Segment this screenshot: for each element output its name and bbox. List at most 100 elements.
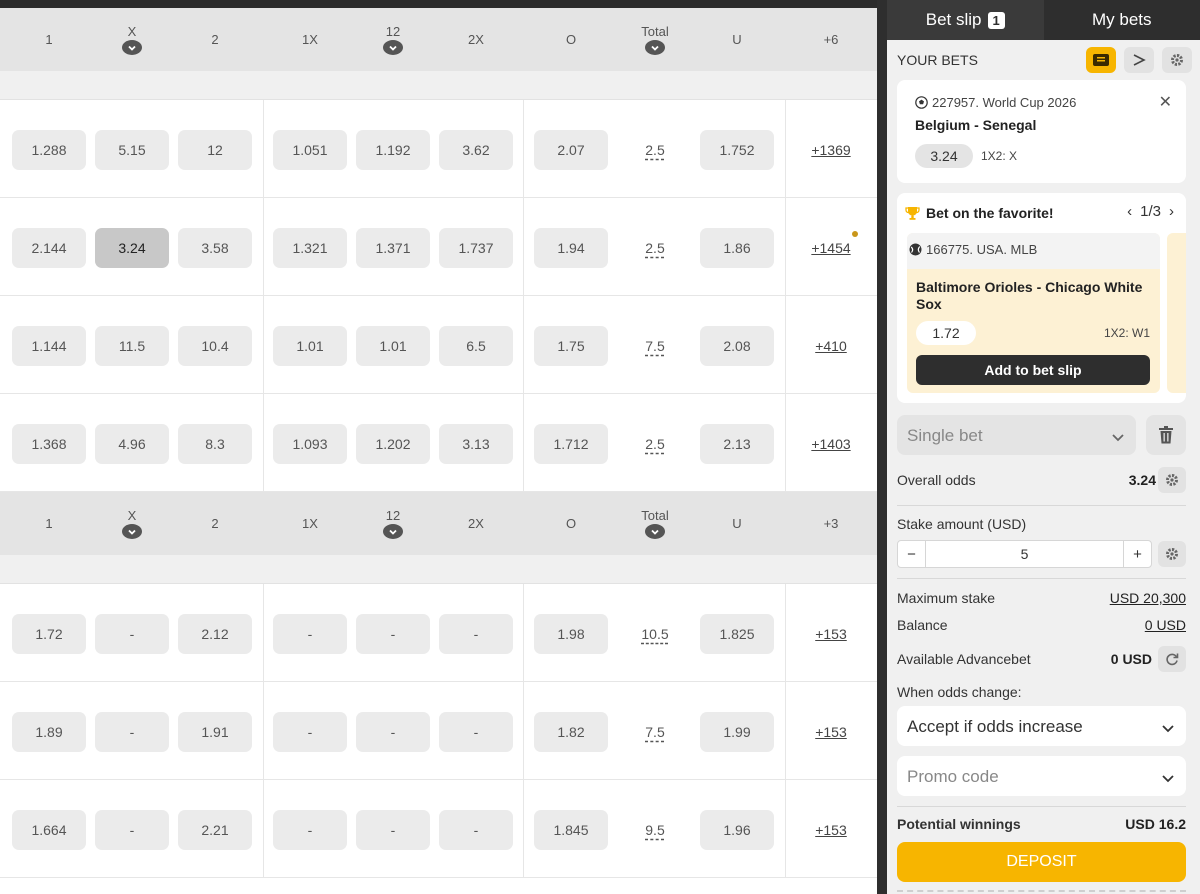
share-icon[interactable] (1124, 47, 1154, 73)
odd-2[interactable]: 3.58 (178, 228, 252, 268)
more-markets-link[interactable]: +153 (791, 810, 871, 850)
odd-1x[interactable]: 1.093 (273, 424, 347, 464)
chevron-down-icon[interactable] (645, 524, 665, 539)
odd-2[interactable]: 2.12 (178, 614, 252, 654)
odd-x[interactable]: 11.5 (95, 326, 169, 366)
more-markets-link[interactable]: +153 (791, 712, 871, 752)
column-header[interactable]: Total (625, 8, 685, 71)
column-header: O (541, 8, 601, 71)
odd-1[interactable]: 1.72 (12, 614, 86, 654)
total-line: 10.5 (641, 626, 669, 642)
odd-1[interactable]: 1.144 (12, 326, 86, 366)
bet-type-select[interactable]: Single bet (897, 415, 1136, 455)
odd-1[interactable]: 1.664 (12, 810, 86, 850)
odd-x[interactable]: 3.24 (95, 228, 169, 268)
odd-1x[interactable]: 1.321 (273, 228, 347, 268)
total-line: 2.5 (645, 436, 665, 452)
more-markets-link[interactable]: +410 (791, 326, 871, 366)
tab-my-bets[interactable]: My bets (1044, 0, 1200, 40)
more-markets-link[interactable]: +1403 (791, 424, 871, 464)
favorite-odd[interactable]: 1.72 (916, 321, 976, 345)
max-stake-value[interactable]: USD 20,300 (1110, 590, 1186, 606)
odds-change-label: When odds change: (897, 684, 1022, 700)
odd-1[interactable]: 1.89 (12, 712, 86, 752)
odd-2[interactable]: 2.21 (178, 810, 252, 850)
odd-x[interactable]: 4.96 (95, 424, 169, 464)
favorite-league-label: 166775. USA. MLB (926, 242, 1038, 257)
more-markets-link[interactable]: +1369 (791, 130, 871, 170)
odd-over[interactable]: 1.94 (534, 228, 608, 268)
overall-odds-label: Overall odds (897, 472, 976, 488)
more-markets-link[interactable]: +153 (791, 614, 871, 654)
promo-code-select[interactable]: Promo code (897, 756, 1186, 796)
odd-under[interactable]: 2.13 (700, 424, 774, 464)
column-divider (263, 682, 264, 780)
stake-input[interactable]: 5 (926, 541, 1123, 567)
chevron-right-icon[interactable]: › (1169, 203, 1174, 220)
bet-league: 227957. World Cup 2026 (915, 95, 1076, 110)
odd-2x[interactable]: 3.13 (439, 424, 513, 464)
more-markets-link[interactable]: +1454 (791, 228, 871, 268)
odd-over[interactable]: 1.712 (534, 424, 608, 464)
column-header[interactable]: X (102, 492, 162, 555)
odd-under[interactable]: 2.08 (700, 326, 774, 366)
balance-value[interactable]: 0 USD (1145, 617, 1186, 633)
odd-2x: - (439, 712, 513, 752)
column-header[interactable]: X (102, 8, 162, 71)
table-row: 1.144 11.5 10.4 1.01 1.01 6.5 1.75 7.5 2.08 +410 (0, 296, 877, 394)
odd-over[interactable]: 2.07 (534, 130, 608, 170)
odd-12[interactable]: 1.202 (356, 424, 430, 464)
odd-2x[interactable]: 1.737 (439, 228, 513, 268)
odd-12[interactable]: 1.371 (356, 228, 430, 268)
odd-2x[interactable]: 3.62 (439, 130, 513, 170)
settings-gear-icon[interactable] (1162, 47, 1192, 73)
column-header-label: 1X (302, 516, 318, 531)
odd-1[interactable]: 2.144 (12, 228, 86, 268)
stake-minus-button[interactable]: − (898, 541, 926, 567)
odd-2[interactable]: 1.91 (178, 712, 252, 752)
odd-over[interactable]: 1.82 (534, 712, 608, 752)
chevron-down-icon[interactable] (383, 40, 403, 55)
chevron-down-icon[interactable] (122, 524, 142, 539)
odd-12[interactable]: 1.192 (356, 130, 430, 170)
chevron-down-icon[interactable] (645, 40, 665, 55)
odd-over[interactable]: 1.75 (534, 326, 608, 366)
odd-1[interactable]: 1.288 (12, 130, 86, 170)
tab-bet-slip[interactable]: Bet slip 1 (887, 0, 1044, 40)
odd-over[interactable]: 1.845 (534, 810, 608, 850)
odd-12[interactable]: 1.01 (356, 326, 430, 366)
odd-1x[interactable]: 1.01 (273, 326, 347, 366)
refresh-icon[interactable] (1158, 646, 1186, 672)
trash-icon[interactable] (1146, 415, 1186, 455)
odds-settings-gear-icon[interactable] (1158, 467, 1186, 493)
odd-2[interactable]: 12 (178, 130, 252, 170)
column-header: 2 (185, 492, 245, 555)
column-header[interactable]: Total (625, 492, 685, 555)
odd-under[interactable]: 1.86 (700, 228, 774, 268)
odd-under[interactable]: 1.99 (700, 712, 774, 752)
odd-2[interactable]: 8.3 (178, 424, 252, 464)
odd-x[interactable]: 5.15 (95, 130, 169, 170)
odd-2x[interactable]: 6.5 (439, 326, 513, 366)
chevron-down-icon[interactable] (122, 40, 142, 55)
odds-change-select[interactable]: Accept if odds increase (897, 706, 1186, 746)
odd-2[interactable]: 10.4 (178, 326, 252, 366)
odd-1[interactable]: 1.368 (12, 424, 86, 464)
ticket-icon[interactable] (1086, 47, 1116, 73)
stake-plus-button[interactable]: + (1123, 541, 1151, 567)
odd-2x: - (439, 810, 513, 850)
odd-under[interactable]: 1.825 (700, 614, 774, 654)
column-header[interactable]: 12 (363, 8, 423, 71)
column-header[interactable]: 12 (363, 492, 423, 555)
deposit-button[interactable]: DEPOSIT (897, 842, 1186, 882)
stake-settings-gear-icon[interactable] (1158, 541, 1186, 567)
odd-under[interactable]: 1.96 (700, 810, 774, 850)
add-to-bet-slip-button[interactable]: Add to bet slip (916, 355, 1150, 385)
odd-over[interactable]: 1.98 (534, 614, 608, 654)
odd-under[interactable]: 1.752 (700, 130, 774, 170)
odd-1x[interactable]: 1.051 (273, 130, 347, 170)
chevron-left-icon[interactable]: ‹ (1127, 203, 1132, 220)
close-icon[interactable]: ✕ (1159, 92, 1172, 112)
promo-code-placeholder: Promo code (907, 767, 999, 786)
chevron-down-icon[interactable] (383, 524, 403, 539)
